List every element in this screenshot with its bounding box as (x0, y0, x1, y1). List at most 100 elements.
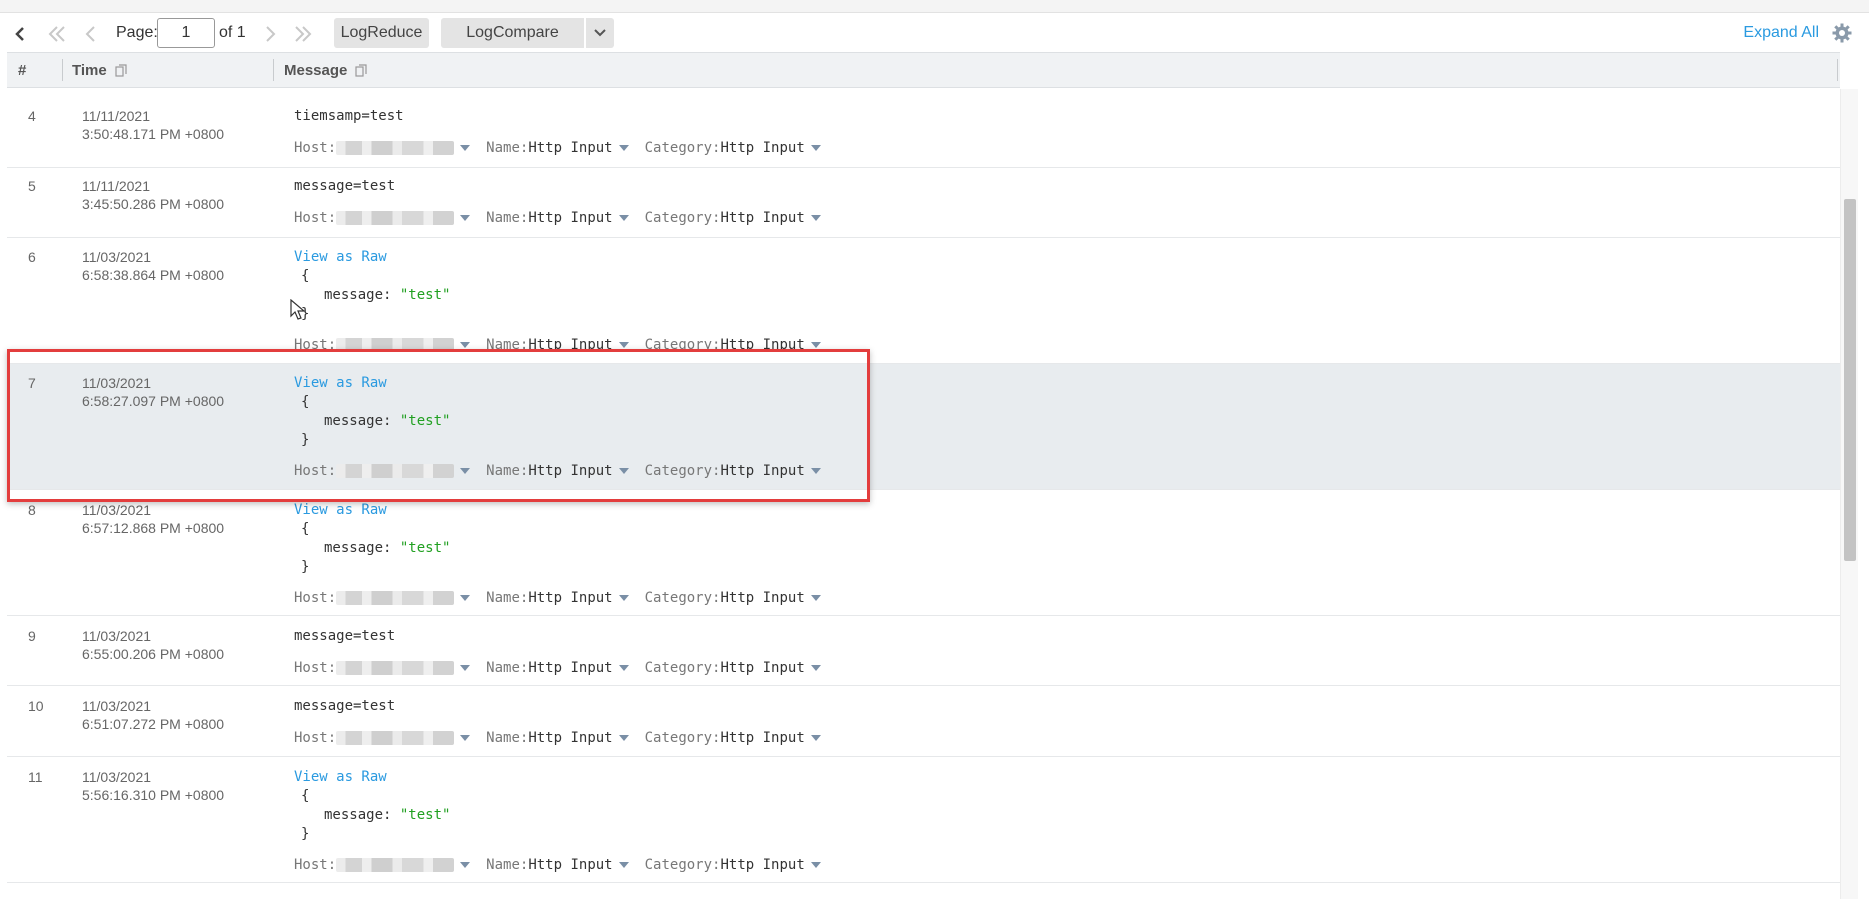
category-field-key: Category: (644, 857, 721, 873)
name-field-key: Name: (486, 140, 529, 156)
table-row[interactable]: 5 11/11/2021 3:45:50.286 PM +0800 messag… (7, 168, 1840, 238)
row-time: 3:45:50.286 PM +0800 (82, 196, 225, 212)
row-date: 11/03/2021 (82, 628, 152, 644)
name-field-key: Name: (486, 730, 529, 746)
row-time: 6:58:38.864 PM +0800 (82, 267, 225, 283)
row-timestamp: 11/03/2021 6:58:38.864 PM +0800 (82, 248, 224, 284)
row-date: 11/11/2021 (82, 178, 150, 194)
host-field-value-redacted (336, 211, 455, 225)
row-message: tiemsamp=test (294, 108, 404, 124)
host-field-value-redacted (336, 591, 455, 605)
category-field-key: Category: (644, 140, 721, 156)
row-fields: Host: Name: Http Input Category: Http Inpu… (294, 139, 837, 157)
host-field-key: Host: (294, 210, 337, 226)
row-timestamp: 11/11/2021 3:45:50.286 PM +0800 (82, 177, 224, 213)
scrollbar-thumb[interactable] (1844, 199, 1856, 561)
caret-down-icon[interactable] (810, 215, 821, 221)
json-separator: : (383, 540, 400, 556)
host-field-value-redacted (336, 141, 455, 155)
row-fields: Host: Name: Http Input Category: Http Inpu… (294, 659, 837, 677)
selection-highlight-box (7, 349, 870, 502)
row-number: 4 (28, 108, 36, 124)
caret-down-icon[interactable] (618, 342, 629, 348)
caret-down-icon[interactable] (810, 595, 821, 601)
json-close-brace: } (301, 826, 310, 842)
category-field-key: Category: (644, 730, 721, 746)
name-field-value[interactable]: Http Input (528, 590, 612, 606)
json-open-brace: { (301, 521, 310, 537)
name-field-value[interactable]: Http Input (528, 140, 612, 156)
row-number: 5 (28, 178, 36, 194)
caret-down-icon[interactable] (810, 145, 821, 151)
table-row[interactable]: 10 11/03/2021 6:51:07.272 PM +0800 messa… (7, 686, 1840, 757)
name-field-value[interactable]: Http Input (528, 210, 612, 226)
name-field-value[interactable]: Http Input (528, 730, 612, 746)
row-timestamp: 11/11/2021 3:50:48.171 PM +0800 (82, 107, 224, 143)
caret-down-icon[interactable] (810, 665, 821, 671)
row-time: 3:50:48.171 PM +0800 (82, 126, 225, 142)
category-field-value[interactable]: Http Input (720, 210, 804, 226)
row-number: 11 (28, 769, 43, 785)
row-fields: Host: Name: Http Input Category: Http Inpu… (294, 729, 837, 747)
view-as-raw-link[interactable]: View as Raw (294, 502, 387, 518)
table-row[interactable]: 4 11/11/2021 3:50:48.171 PM +0800 tiemsa… (7, 98, 1840, 168)
json-line: message: "test" (324, 540, 450, 556)
view-as-raw-link[interactable]: View as Raw (294, 249, 387, 265)
host-field-value-redacted (336, 858, 455, 872)
name-field-key: Name: (486, 210, 529, 226)
category-field-value[interactable]: Http Input (720, 857, 804, 873)
category-field-value[interactable]: Http Input (720, 730, 804, 746)
table-row[interactable]: 11 11/03/2021 5:56:16.310 PM +0800 View … (7, 757, 1840, 883)
host-field-key: Host: (294, 660, 337, 676)
category-field-value[interactable]: Http Input (720, 590, 804, 606)
caret-down-icon[interactable] (810, 342, 821, 348)
caret-down-icon[interactable] (810, 862, 821, 868)
name-field-value[interactable]: Http Input (528, 857, 612, 873)
caret-down-icon[interactable] (460, 735, 471, 741)
caret-down-icon[interactable] (460, 145, 471, 151)
row-fields: Host: Name: Http Input Category: Http Inpu… (294, 589, 837, 607)
caret-down-icon[interactable] (460, 342, 471, 348)
table-row[interactable]: 8 11/03/2021 6:57:12.868 PM +0800 View a… (7, 490, 1840, 616)
row-time: 6:55:00.206 PM +0800 (82, 646, 225, 662)
caret-down-icon[interactable] (810, 735, 821, 741)
caret-down-icon[interactable] (460, 595, 471, 601)
row-message: message=test (294, 698, 396, 714)
caret-down-icon[interactable] (618, 735, 629, 741)
row-fields: Host: Name: Http Input Category: Http Inpu… (294, 209, 837, 227)
caret-down-icon[interactable] (618, 665, 629, 671)
caret-down-icon[interactable] (618, 595, 629, 601)
vertical-scrollbar[interactable] (1840, 89, 1858, 899)
caret-down-icon[interactable] (460, 665, 471, 671)
table-row[interactable]: 9 11/03/2021 6:55:00.206 PM +0800 messag… (7, 616, 1840, 686)
caret-down-icon[interactable] (618, 215, 629, 221)
category-field-key: Category: (644, 210, 721, 226)
category-field-value[interactable]: Http Input (720, 140, 804, 156)
name-field-key: Name: (486, 590, 529, 606)
caret-down-icon[interactable] (460, 215, 471, 221)
row-date: 11/11/2021 (82, 108, 150, 124)
json-open-brace: { (301, 788, 310, 804)
json-key: message (324, 807, 384, 823)
row-timestamp: 11/03/2021 6:57:12.868 PM +0800 (82, 501, 224, 537)
json-value: "test" (399, 807, 451, 823)
host-field-key: Host: (294, 140, 337, 156)
row-number: 9 (28, 628, 36, 644)
caret-down-icon[interactable] (618, 862, 629, 868)
row-date: 11/03/2021 (82, 698, 152, 714)
row-time: 6:57:12.868 PM +0800 (82, 520, 225, 536)
caret-down-icon[interactable] (618, 145, 629, 151)
row-timestamp: 11/03/2021 6:51:07.272 PM +0800 (82, 697, 224, 733)
json-separator: : (383, 287, 400, 303)
row-time: 6:51:07.272 PM +0800 (82, 716, 225, 732)
json-open-brace: { (301, 268, 310, 284)
table-row[interactable]: 6 11/03/2021 6:58:38.864 PM +0800 View a… (7, 238, 1840, 364)
category-field-value[interactable]: Http Input (720, 660, 804, 676)
row-date: 11/03/2021 (82, 502, 152, 518)
json-line: message: "test" (324, 807, 450, 823)
caret-down-icon[interactable] (460, 862, 471, 868)
json-separator: : (383, 807, 400, 823)
view-as-raw-link[interactable]: View as Raw (294, 769, 387, 785)
name-field-value[interactable]: Http Input (528, 660, 612, 676)
row-timestamp: 11/03/2021 6:55:00.206 PM +0800 (82, 627, 224, 663)
